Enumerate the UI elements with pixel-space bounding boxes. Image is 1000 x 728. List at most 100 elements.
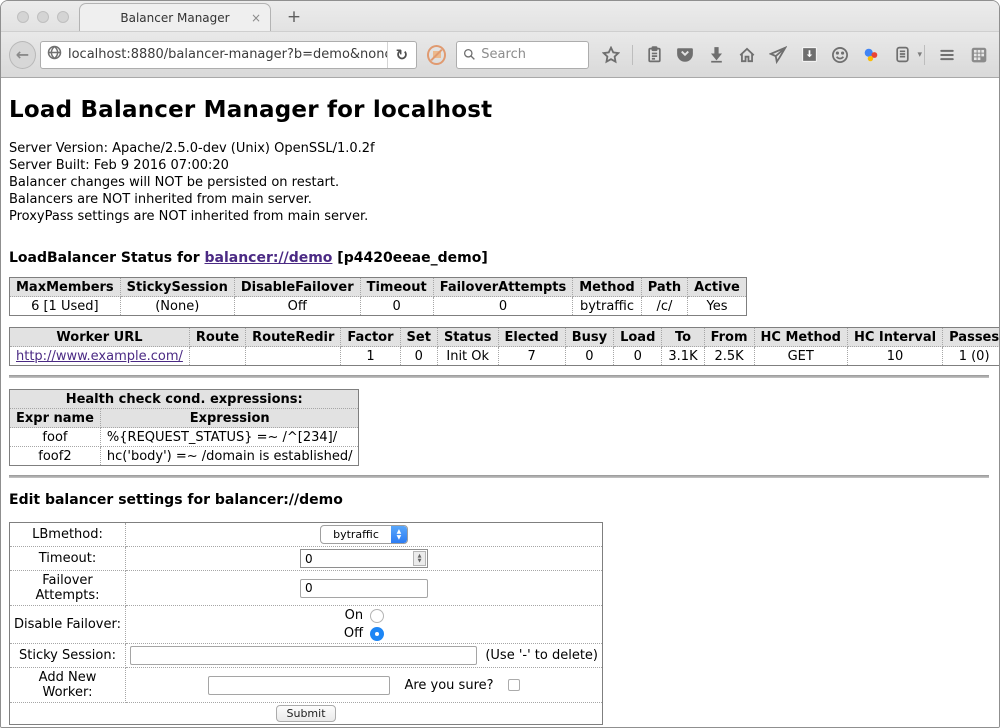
cell-expression: %{REQUEST_STATUS} =~ /^[234]/ — [100, 428, 359, 447]
balancer-demo-link[interactable]: balancer://demo — [205, 250, 333, 266]
toolbar-separator — [924, 45, 925, 65]
col-header: RouteRedir — [246, 328, 341, 347]
submit-button[interactable]: Submit — [276, 705, 335, 722]
cell-maxmembers: 6 [1 Used] — [10, 297, 121, 316]
toolbar-right-group — [922, 43, 991, 67]
content-blocked-icon[interactable] — [427, 45, 446, 65]
col-header: HC Method — [754, 328, 847, 347]
cell-hc-method: GET — [754, 347, 847, 366]
server-built-line: Server Built: Feb 9 2016 07:00:20 — [9, 157, 989, 174]
select-stepper-icon: ▲▼ — [391, 526, 407, 543]
cell-busy: 0 — [565, 347, 613, 366]
form-row-submit: Submit — [10, 703, 603, 725]
reload-icon[interactable]: ↻ — [387, 42, 413, 68]
menu-icon[interactable] — [935, 43, 959, 67]
globe-icon[interactable] — [47, 45, 62, 64]
failover-attempts-input[interactable] — [300, 579, 428, 598]
status-heading-suffix: [p4420eeae_demo] — [332, 250, 487, 266]
lbmethod-selected-value: bytraffic — [321, 526, 391, 543]
cell-method: bytraffic — [573, 297, 641, 316]
cell-route — [189, 347, 245, 366]
window-controls — [17, 11, 69, 23]
cell-to: 3.1K — [662, 347, 704, 366]
cell-factor: 1 — [341, 347, 400, 366]
downloads-icon[interactable] — [704, 43, 728, 67]
table-row: foof %{REQUEST_STATUS} =~ /^[234]/ — [10, 428, 359, 447]
sticky-session-label: Sticky Session: — [10, 644, 126, 668]
smiley-icon[interactable] — [828, 43, 852, 67]
pocket-icon[interactable] — [673, 43, 697, 67]
new-tab-button[interactable]: + — [283, 7, 305, 27]
col-header: Expression — [100, 409, 359, 428]
lbmethod-select[interactable]: bytraffic ▲▼ — [320, 525, 408, 544]
page-title: Load Balancer Manager for localhost — [9, 97, 989, 123]
col-header: Worker URL — [10, 328, 190, 347]
server-version-line: Server Version: Apache/2.5.0-dev (Unix) … — [9, 140, 989, 157]
cell-disablefailover: Off — [234, 297, 360, 316]
col-header: Set — [400, 328, 437, 347]
navigation-toolbar: ← localhost:8880/balancer-manager?b=demo… — [1, 31, 999, 78]
page-content: Load Balancer Manager for localhost Serv… — [1, 78, 999, 727]
cell-routeredir — [246, 347, 341, 366]
timeout-input[interactable] — [300, 549, 428, 568]
cell-worker-url: http://www.example.com/ — [10, 347, 190, 366]
bookmark-star-icon[interactable] — [599, 43, 623, 67]
tab-close-icon[interactable]: × — [251, 11, 261, 25]
cell-failoverattempts: 0 — [433, 297, 573, 316]
col-header: Status — [437, 328, 498, 347]
clipboard-icon[interactable] — [642, 43, 666, 67]
colors-extension-icon[interactable] — [859, 43, 883, 67]
url-text[interactable]: localhost:8880/balancer-manager?b=demo&n… — [68, 47, 387, 62]
close-window-button[interactable] — [17, 11, 29, 23]
form-row-disable-failover: Disable Failover: On Off — [10, 606, 603, 644]
back-button[interactable]: ← — [9, 41, 36, 69]
grid-extension-icon[interactable] — [967, 43, 991, 67]
toolbar-separator — [632, 45, 633, 65]
cell-timeout: 0 — [360, 297, 433, 316]
col-header: FailoverAttempts — [433, 278, 573, 297]
send-icon[interactable] — [766, 43, 790, 67]
col-header: Method — [573, 278, 641, 297]
save-to-box-icon[interactable] — [797, 43, 821, 67]
disable-failover-on-radio[interactable] — [370, 609, 384, 623]
col-header: StickySession — [120, 278, 234, 297]
timeout-label: Timeout: — [10, 547, 126, 571]
add-worker-label: Add New Worker: — [10, 668, 126, 703]
form-row-sticky-session: Sticky Session: (Use '-' to delete) — [10, 644, 603, 668]
search-icon — [463, 48, 476, 61]
add-worker-input[interactable] — [208, 676, 390, 695]
sticky-session-input[interactable] — [130, 646, 477, 665]
worker-url-link[interactable]: http://www.example.com/ — [16, 349, 183, 364]
url-bar[interactable]: localhost:8880/balancer-manager?b=demo&n… — [40, 41, 417, 69]
health-check-table: Health check cond. expressions: Expr nam… — [9, 389, 359, 466]
disable-failover-label: Disable Failover: — [10, 606, 126, 644]
tab-title: Balancer Manager — [120, 11, 229, 25]
disable-failover-off-radio[interactable] — [370, 627, 384, 641]
browser-window: Balancer Manager × + ← localhost:8880/ba… — [0, 0, 1000, 728]
minimize-window-button[interactable] — [37, 11, 49, 23]
radio-off-label: Off — [344, 626, 363, 641]
home-icon[interactable] — [735, 43, 759, 67]
are-you-sure-checkbox[interactable] — [508, 679, 520, 691]
number-spinner-icon[interactable]: ▲▼ — [413, 551, 426, 566]
search-input[interactable]: Search — [481, 47, 526, 62]
cell-elected: 7 — [498, 347, 565, 366]
search-bar[interactable]: Search — [456, 41, 589, 69]
table-row: 6 [1 Used] (None) Off 0 0 bytraffic /c/ … — [10, 297, 747, 316]
health-table-title: Health check cond. expressions: — [10, 390, 359, 409]
col-header: Path — [641, 278, 687, 297]
cell-expr-name: foof — [10, 428, 101, 447]
lbmethod-label: LBmethod: — [10, 523, 126, 547]
zoom-window-button[interactable] — [57, 11, 69, 23]
cell-load: 0 — [614, 347, 662, 366]
title-bar: Balancer Manager × + — [1, 1, 999, 31]
tab-balancer-manager[interactable]: Balancer Manager × — [79, 3, 271, 31]
cell-expr-name: foof2 — [10, 447, 101, 466]
inherit-notice-line: Balancers are NOT inherited from main se… — [9, 191, 989, 208]
col-header: Factor — [341, 328, 400, 347]
form-row-lbmethod: LBmethod: bytraffic ▲▼ — [10, 523, 603, 547]
form-row-failover-attempts: Failover Attempts: — [10, 571, 603, 606]
cell-passes: 1 (0) — [943, 347, 999, 366]
notes-panel-icon[interactable] — [890, 43, 914, 67]
server-info: Server Version: Apache/2.5.0-dev (Unix) … — [9, 140, 989, 225]
